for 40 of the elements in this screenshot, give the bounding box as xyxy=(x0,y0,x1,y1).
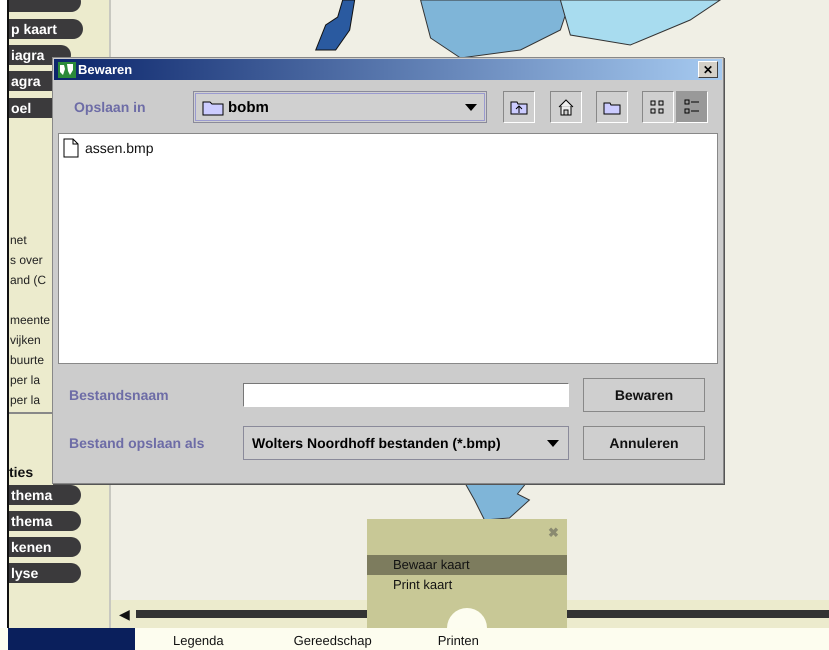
file-type-dropdown[interactable]: Wolters Noordhoff bestanden (*.bmp) xyxy=(243,426,569,460)
menu-item[interactable]: Print kaart xyxy=(367,575,567,595)
folder-dropdown[interactable]: bobm xyxy=(193,91,487,123)
sidebar-button[interactable]: lyse xyxy=(9,563,81,583)
sidebar-button[interactable]: kenen xyxy=(9,537,81,557)
field-label: Bestand opslaan als xyxy=(69,435,206,451)
save-button[interactable]: Bewaren xyxy=(583,378,705,412)
toolbar-button[interactable] xyxy=(503,91,535,123)
info-text: net xyxy=(9,232,28,249)
caret-icon xyxy=(464,102,478,112)
sidebar-button[interactable]: thema xyxy=(9,511,81,531)
info-text: s over xyxy=(9,252,44,269)
bottom-tab[interactable]: Gereedschap xyxy=(294,633,372,648)
menu-item[interactable]: Bewaar kaart xyxy=(367,555,567,575)
file-item[interactable]: assen.bmp xyxy=(63,138,713,158)
info-text: buurte xyxy=(9,352,46,369)
sidebar-button[interactable]: thema xyxy=(9,485,81,505)
field-label: Bestandsnaam xyxy=(69,387,170,403)
map-icon xyxy=(58,62,76,78)
file-icon xyxy=(63,138,79,158)
toolbar-button[interactable] xyxy=(596,91,628,123)
info-text: and (C xyxy=(9,272,48,289)
toolbar-button[interactable] xyxy=(550,91,582,123)
bottom-tab[interactable]: Legenda xyxy=(173,633,224,648)
section-title: ties xyxy=(9,464,34,480)
sidebar-button[interactable]: p kaart xyxy=(9,19,83,39)
caret-icon xyxy=(546,438,560,448)
info-text: meente xyxy=(9,312,52,329)
info-text: vijken xyxy=(9,332,42,349)
toolbar-button[interactable] xyxy=(642,91,674,123)
window-title: Bewaren xyxy=(78,62,134,77)
cancel-button[interactable]: Annuleren xyxy=(583,426,705,460)
home-icon xyxy=(556,97,576,117)
slider-arrow[interactable]: ◀ xyxy=(119,606,130,622)
info-text: per la xyxy=(9,372,42,389)
close-button[interactable]: ✕ xyxy=(698,61,718,78)
bottom-tab[interactable]: Printen xyxy=(438,633,479,648)
file-name-field[interactable] xyxy=(243,383,569,407)
toolbar-button[interactable] xyxy=(676,91,708,123)
field-label: Opslaan in xyxy=(74,99,147,115)
